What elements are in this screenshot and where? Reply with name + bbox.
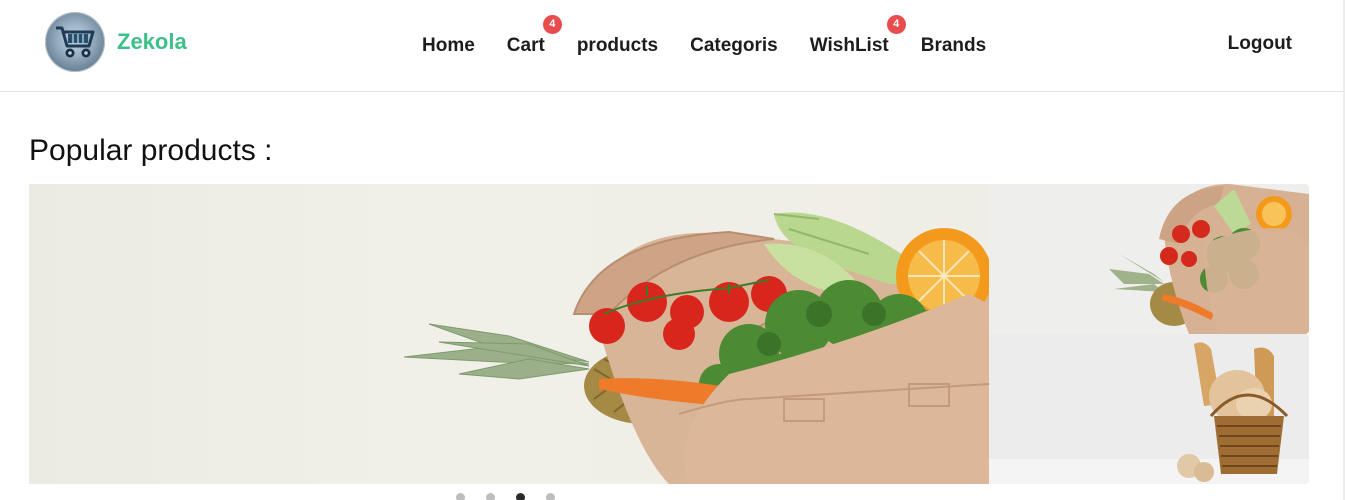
nav-wishlist[interactable]: WishList 4 bbox=[809, 15, 906, 57]
slider-dot[interactable] bbox=[546, 493, 555, 500]
brand-name: Zekola bbox=[117, 29, 187, 54]
slider-dot[interactable] bbox=[486, 493, 495, 500]
nav-home[interactable]: Home bbox=[422, 35, 475, 57]
slider-dots bbox=[456, 493, 576, 500]
shopping-cart-logo-icon bbox=[45, 12, 105, 72]
wishlist-count-badge: 4 bbox=[886, 15, 906, 34]
navbar: Zekola Home Cart 4 products Categoris Wi… bbox=[0, 0, 1343, 92]
nav-categories[interactable]: Categoris bbox=[690, 35, 778, 57]
logout-link[interactable]: Logout bbox=[1228, 33, 1292, 55]
nav-brands[interactable]: Brands bbox=[921, 35, 986, 57]
nav-links: Home Cart 4 products Categoris WishList … bbox=[422, 0, 986, 92]
section-title: Popular products : bbox=[29, 134, 273, 167]
nav-products[interactable]: products bbox=[577, 35, 658, 57]
grocery-bag-vegetables-image bbox=[1109, 184, 1309, 334]
side-banner-top[interactable] bbox=[989, 184, 1309, 334]
grocery-bag-vegetables-image bbox=[403, 212, 989, 484]
nav-cart[interactable]: Cart 4 bbox=[506, 15, 562, 57]
nav-cart-label: Cart bbox=[506, 35, 545, 56]
nav-wishlist-label: WishList bbox=[809, 35, 889, 56]
cart-count-badge: 4 bbox=[542, 15, 562, 34]
bread-basket-image bbox=[989, 342, 1309, 484]
brand-link[interactable]: Zekola bbox=[45, 12, 187, 72]
slider-dot-active[interactable] bbox=[516, 493, 525, 500]
slider-dot[interactable] bbox=[456, 493, 465, 500]
main-slider[interactable] bbox=[29, 184, 989, 484]
side-banner-bottom[interactable] bbox=[989, 334, 1309, 484]
